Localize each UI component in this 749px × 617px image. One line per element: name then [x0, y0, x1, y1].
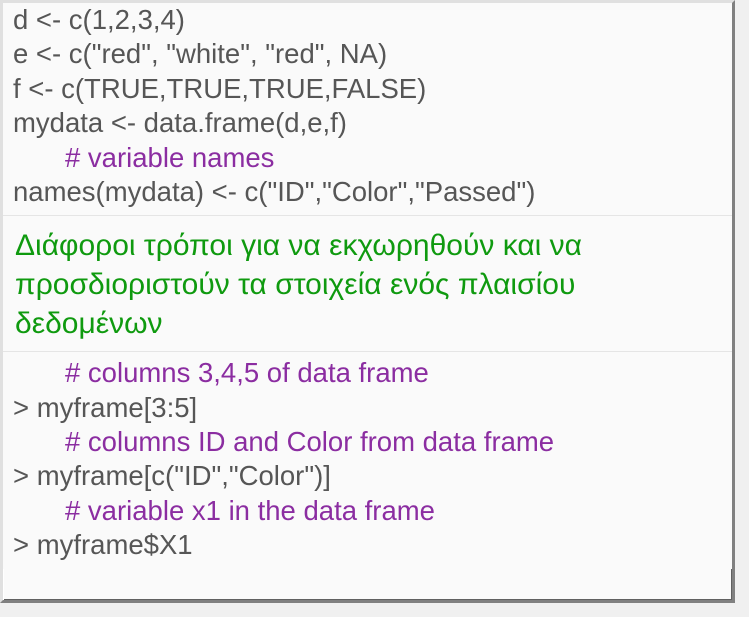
code-line: f <- c(TRUE,TRUE,TRUE,FALSE) — [13, 73, 426, 104]
code-block-bottom: # columns 3,4,5 of data frame > myframe[… — [3, 351, 732, 568]
section-heading: Διάφοροι τρόποι για να εκχωρηθούν και να… — [3, 216, 732, 351]
code-line: mydata <- data.frame(d,e,f) — [13, 107, 347, 138]
code-line: e <- c("red", "white", "red", NA) — [13, 38, 387, 69]
document-frame: d <- c(1,2,3,4) e <- c("red", "white", "… — [0, 0, 735, 603]
code-block-top: d <- c(1,2,3,4) e <- c("red", "white", "… — [3, 3, 732, 216]
code-line: > myframe[c("ID","Color")] — [13, 460, 331, 491]
code-comment: # variable x1 in the data frame — [13, 494, 435, 528]
code-comment: # variable names — [13, 141, 274, 175]
code-line: names(mydata) <- c("ID","Color","Passed"… — [13, 176, 535, 207]
code-comment: # columns 3,4,5 of data frame — [13, 356, 429, 390]
code-line: > myframe[3:5] — [13, 392, 197, 423]
code-line: d <- c(1,2,3,4) — [13, 4, 185, 35]
code-comment: # columns ID and Color from data frame — [13, 425, 554, 459]
code-line: > myframe$X1 — [13, 529, 193, 560]
